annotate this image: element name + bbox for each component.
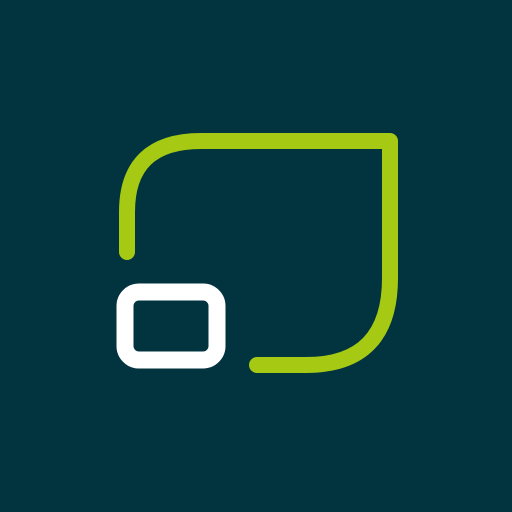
logo-graphic (0, 0, 512, 512)
background (0, 0, 512, 512)
app-icon (0, 0, 512, 512)
